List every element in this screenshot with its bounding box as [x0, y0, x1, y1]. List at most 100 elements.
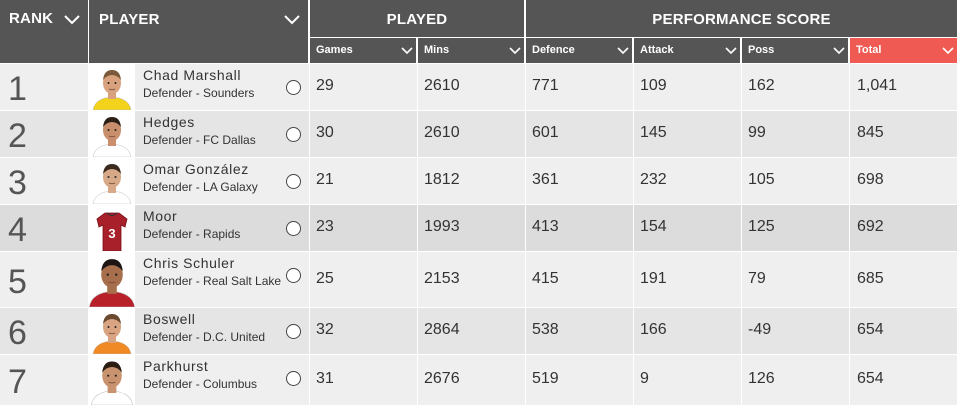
- compare-radio[interactable]: [286, 174, 301, 189]
- games-value: 21: [316, 171, 334, 188]
- table-row[interactable]: 4 3 Moor Defender - Rapids 23 1993 413 154 125…: [0, 205, 957, 252]
- column-divider: [633, 111, 634, 157]
- table-row[interactable]: 2 Hedges Defender - FC Dallas 30 2610 601 145…: [0, 111, 957, 158]
- defence-header-label: Defence: [532, 44, 575, 56]
- player-position: Defender - Sounders: [143, 86, 255, 100]
- chevron-down-icon[interactable]: [725, 47, 739, 57]
- chevron-down-icon[interactable]: [401, 47, 415, 57]
- player-position: Defender - Columbus: [143, 377, 258, 391]
- table-row[interactable]: 7 Parkhurst Defender - Columbus 31 2676 519 9…: [0, 355, 957, 405]
- column-divider: [633, 205, 634, 251]
- played-header-label: PLAYED: [386, 11, 448, 28]
- total-header[interactable]: Total: [850, 38, 957, 63]
- table-row[interactable]: 3 Omar González Defender - LA Galaxy 21 181…: [0, 158, 957, 205]
- defence-value: 771: [532, 77, 559, 94]
- total-value: 654: [857, 321, 884, 338]
- attack-value: 166: [640, 321, 667, 338]
- total-value: 654: [857, 370, 884, 387]
- column-divider: [849, 252, 850, 307]
- player-header[interactable]: PLAYER: [89, 0, 308, 63]
- column-divider: [741, 111, 742, 157]
- chevron-down-icon[interactable]: [833, 47, 847, 57]
- defence-value: 415: [532, 270, 559, 287]
- chevron-down-icon[interactable]: [284, 15, 300, 25]
- table-row[interactable]: 5 Chris Schuler Defender - Real Salt Lake…: [0, 252, 957, 308]
- column-divider: [633, 252, 634, 307]
- column-divider: [633, 308, 634, 354]
- defence-value: 413: [532, 218, 559, 235]
- column-divider: [417, 252, 418, 307]
- player-avatar: [89, 64, 135, 111]
- player-position: Defender - D.C. United: [143, 330, 266, 344]
- attack-value: 9: [640, 370, 649, 387]
- mins-header[interactable]: Mins: [418, 38, 524, 63]
- player-name[interactable]: Boswell: [143, 311, 195, 327]
- attack-value: 145: [640, 124, 667, 141]
- player-position: Defender - FC Dallas: [143, 133, 256, 147]
- games-value: 31: [316, 370, 334, 387]
- defence-value: 538: [532, 321, 559, 338]
- column-divider: [417, 308, 418, 354]
- total-value: 692: [857, 218, 884, 235]
- defence-header[interactable]: Defence: [526, 38, 632, 63]
- player-position: Defender - Rapids: [143, 227, 241, 241]
- column-divider: [849, 308, 850, 354]
- column-divider: [741, 308, 742, 354]
- player-name[interactable]: Omar González: [143, 161, 249, 177]
- column-divider: [525, 205, 526, 251]
- player-avatar: [84, 252, 140, 308]
- games-header[interactable]: Games: [310, 38, 416, 63]
- player-name[interactable]: Moor: [143, 208, 177, 224]
- poss-value: 99: [748, 124, 766, 141]
- column-divider: [525, 158, 526, 204]
- poss-value: 79: [748, 270, 766, 287]
- compare-radio[interactable]: [286, 221, 301, 236]
- player-header-label: PLAYER: [99, 11, 160, 28]
- column-divider: [741, 252, 742, 307]
- chevron-down-icon[interactable]: [64, 15, 80, 25]
- defence-value: 601: [532, 124, 559, 141]
- column-divider: [309, 205, 310, 251]
- player-name[interactable]: Chad Marshall: [143, 67, 241, 83]
- player-name[interactable]: Chris Schuler: [143, 255, 235, 271]
- attack-header[interactable]: Attack: [634, 38, 740, 63]
- table-row[interactable]: 1 Chad Marshall Defender - Sounders 29 2610…: [0, 64, 957, 111]
- poss-value: -49: [748, 321, 772, 338]
- table-row[interactable]: 6 Boswell Defender - D.C. United 32 2864 538…: [0, 308, 957, 355]
- column-divider: [309, 355, 310, 405]
- games-header-label: Games: [316, 44, 353, 56]
- player-name[interactable]: Hedges: [143, 114, 195, 130]
- svg-text:3: 3: [108, 226, 115, 241]
- compare-radio[interactable]: [286, 371, 301, 386]
- mins-value: 2153: [424, 270, 460, 287]
- column-divider: [849, 355, 850, 405]
- compare-radio[interactable]: [286, 127, 301, 142]
- chevron-down-icon[interactable]: [942, 47, 956, 57]
- games-value: 30: [316, 124, 334, 141]
- poss-value: 162: [748, 77, 775, 94]
- attack-value: 154: [640, 218, 667, 235]
- column-divider: [525, 252, 526, 307]
- player-name[interactable]: Parkhurst: [143, 358, 208, 374]
- rank-value: 7: [8, 363, 27, 401]
- player-avatar: [89, 308, 135, 355]
- column-divider: [633, 64, 634, 110]
- player-avatar: [87, 355, 137, 405]
- player-avatar: [89, 111, 135, 158]
- performance-group-header: PERFORMANCE SCORE: [526, 0, 957, 37]
- compare-radio[interactable]: [286, 324, 301, 339]
- poss-header[interactable]: Poss: [742, 38, 848, 63]
- chevron-down-icon[interactable]: [617, 47, 631, 57]
- compare-radio[interactable]: [286, 80, 301, 95]
- column-divider: [849, 158, 850, 204]
- total-value: 1,041: [857, 77, 898, 94]
- player-position: Defender - Real Salt Lake: [143, 274, 282, 288]
- chevron-down-icon[interactable]: [509, 47, 523, 57]
- column-divider: [417, 111, 418, 157]
- rank-value: 5: [8, 263, 27, 301]
- compare-radio[interactable]: [286, 268, 301, 283]
- column-divider: [741, 158, 742, 204]
- rank-value: 6: [8, 314, 27, 352]
- rank-header[interactable]: RANK: [0, 0, 88, 63]
- total-header-label: Total: [856, 44, 882, 56]
